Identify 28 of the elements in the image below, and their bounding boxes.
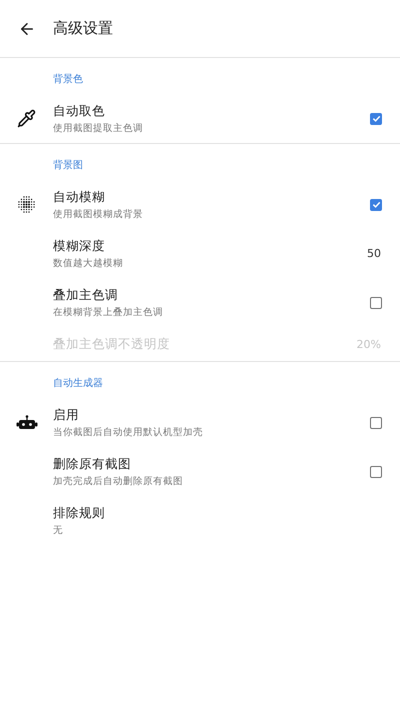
setting-title[interactable]: 叠加主色调 bbox=[53, 286, 370, 304]
eyedropper-icon bbox=[17, 109, 36, 128]
section-header: 背景图 bbox=[53, 158, 83, 172]
checkbox[interactable] bbox=[370, 416, 382, 428]
setting-title[interactable]: 自动模糊 bbox=[53, 188, 370, 206]
section-header: 自动生成器 bbox=[53, 376, 103, 390]
checkbox[interactable] bbox=[370, 198, 382, 210]
setting-title[interactable]: 模糊深度 bbox=[53, 238, 367, 254]
robot-icon bbox=[16, 414, 38, 430]
setting-description: 当你截图后自动使用默认机型加壳 bbox=[53, 426, 204, 438]
checkbox[interactable] bbox=[370, 296, 382, 308]
setting-description: 使用截图模糊成背景 bbox=[53, 208, 144, 220]
setting-title[interactable]: 排除规则 bbox=[53, 504, 400, 522]
setting-description: 加壳完成后自动删除原有截图 bbox=[53, 474, 184, 488]
setting-value: 20% bbox=[356, 338, 381, 350]
setting-value: 50 bbox=[367, 247, 381, 260]
setting-description: 使用截图提取主色调 bbox=[53, 122, 144, 134]
checkbox[interactable] bbox=[370, 466, 382, 478]
dot-grid-icon bbox=[17, 195, 36, 214]
setting-title[interactable]: 启用 bbox=[53, 406, 370, 424]
setting-description: 无 bbox=[53, 524, 64, 536]
checkbox[interactable] bbox=[370, 112, 382, 124]
setting-description: 数值越大越模糊 bbox=[53, 256, 124, 270]
setting-title[interactable]: 自动取色 bbox=[53, 102, 370, 120]
setting-description: 在模糊背景上叠加主色调 bbox=[53, 306, 164, 318]
setting-title[interactable]: 删除原有截图 bbox=[53, 456, 370, 472]
section-header: 背景色 bbox=[53, 72, 83, 86]
screen-title: 高级设置 bbox=[53, 19, 113, 38]
